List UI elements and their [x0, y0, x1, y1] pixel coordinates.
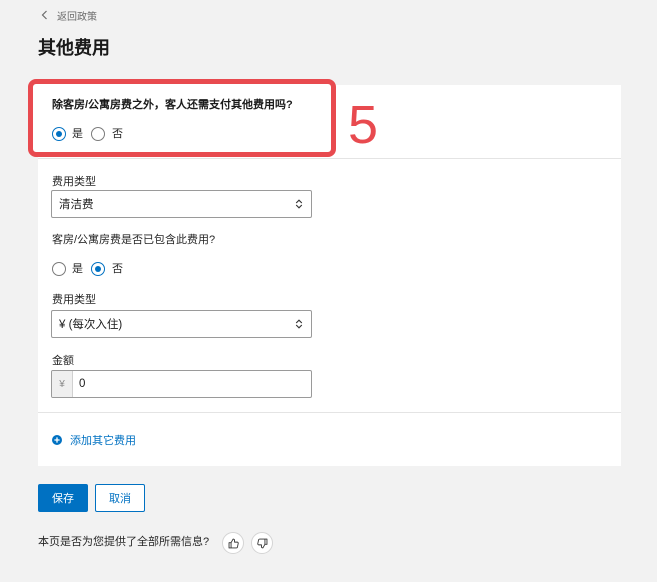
- fee-type-label: 费用类型: [52, 176, 96, 188]
- amount-label: 金额: [52, 355, 74, 367]
- plus-circle-icon: [52, 435, 62, 445]
- thumbs-up-icon: [227, 537, 240, 550]
- amount-input[interactable]: [73, 371, 311, 397]
- charge-type-select-value: ¥ (每次入住): [59, 319, 123, 331]
- select-updown-icon: [295, 319, 303, 329]
- amount-field: ¥: [51, 370, 312, 398]
- fee-included-question: 客房/公寓房费是否已包含此费用?: [52, 234, 216, 246]
- radio-included-no-label[interactable]: 否: [112, 262, 123, 276]
- cancel-button[interactable]: 取消: [95, 484, 145, 512]
- chevron-left-icon: [41, 10, 48, 20]
- radio-other-fees-no[interactable]: [91, 127, 105, 141]
- back-link[interactable]: 返回政策: [41, 8, 97, 23]
- back-link-label: 返回政策: [57, 11, 97, 23]
- feedback-question: 本页是否为您提供了全部所需信息?: [38, 536, 210, 548]
- section-divider: [38, 158, 621, 159]
- fee-type-select-value: 清洁费: [59, 199, 94, 211]
- radio-included-no[interactable]: [91, 262, 105, 276]
- charge-type-label: 费用类型: [52, 294, 96, 306]
- radio-other-fees-yes[interactable]: [52, 127, 66, 141]
- add-other-fee-label: 添加其它费用: [70, 435, 136, 447]
- section-divider: [38, 412, 621, 413]
- currency-prefix: ¥: [52, 371, 73, 397]
- radio-other-fees-no-label[interactable]: 否: [112, 127, 123, 141]
- add-other-fee-link[interactable]: 添加其它费用: [52, 433, 136, 447]
- save-button[interactable]: 保存: [38, 484, 88, 512]
- annotation-highlight-box: [28, 79, 336, 157]
- radio-included-yes[interactable]: [52, 262, 66, 276]
- thumbs-down-icon: [256, 537, 269, 550]
- thumbs-down-button[interactable]: [251, 532, 273, 554]
- radio-other-fees-yes-label[interactable]: 是: [72, 127, 83, 141]
- select-updown-icon: [295, 199, 303, 209]
- radio-included-yes-label[interactable]: 是: [72, 262, 83, 276]
- other-fees-question: 除客房/公寓房费之外，客人还需支付其他费用吗?: [52, 99, 293, 111]
- annotation-step-number: 5: [348, 95, 379, 155]
- page-title: 其他费用: [38, 38, 110, 58]
- thumbs-up-button[interactable]: [222, 532, 244, 554]
- fee-type-select[interactable]: 清洁费: [51, 190, 312, 218]
- charge-type-select[interactable]: ¥ (每次入住): [51, 310, 312, 338]
